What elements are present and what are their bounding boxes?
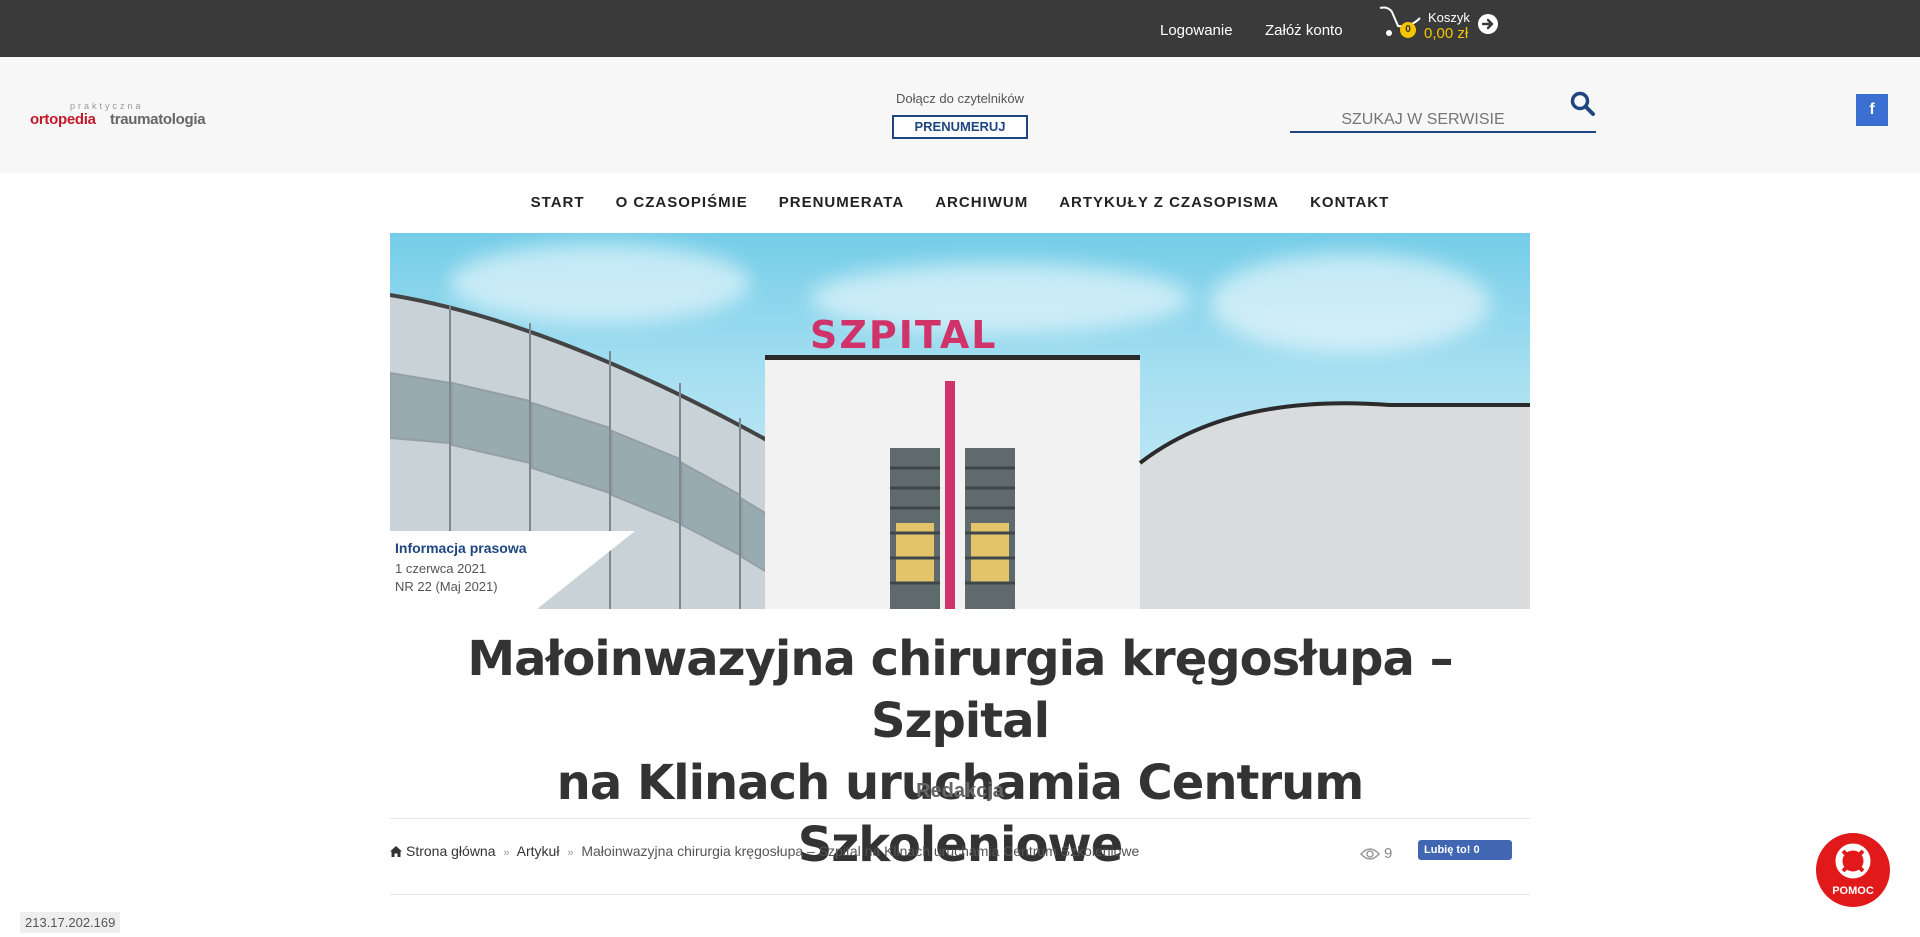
nav-item-subscription[interactable]: PRENUMERATA <box>779 194 904 211</box>
facebook-icon[interactable]: f <box>1856 94 1888 126</box>
arrow-right-icon[interactable] <box>1478 14 1498 34</box>
article-date: 1 czerwca 2021 <box>395 561 487 576</box>
help-button[interactable]: POMOC <box>1816 833 1890 907</box>
breadcrumb-separator: » <box>567 847 574 859</box>
join-readers-text: Dołącz do czytelników <box>896 91 1024 106</box>
nav-item-start[interactable]: START <box>531 194 585 211</box>
article-author[interactable]: Redakcja <box>390 780 1530 803</box>
nav-item-articles[interactable]: ARTYKUŁY Z CZASOPISMA <box>1059 194 1279 211</box>
register-link[interactable]: Załóż konto <box>1265 22 1343 39</box>
article-title: Małoinwazyjna chirurgia kręgosłupa – Szp… <box>390 628 1530 876</box>
cart-count-badge: 0 <box>1400 22 1416 38</box>
top-bar: Logowanie Załóż konto 0 Koszyk 0,00 zł <box>0 0 1920 57</box>
view-counter: 9 <box>1359 845 1393 862</box>
ip-address: 213.17.202.169 <box>20 912 121 933</box>
divider <box>390 818 1530 819</box>
eye-icon <box>1359 848 1381 860</box>
nav-item-archive[interactable]: ARCHIWUM <box>935 194 1028 211</box>
breadcrumb-home[interactable]: Strona główna <box>406 843 496 859</box>
divider <box>390 894 1530 895</box>
cart-total: 0,00 zł <box>1424 25 1469 42</box>
site-logo[interactable]: praktyczna ortopedia traumatologia <box>30 101 210 141</box>
help-label: POMOC <box>1832 885 1874 897</box>
like-label: Lubię to! 0 <box>1424 844 1480 856</box>
nav-item-about[interactable]: O CZASOPIŚMIE <box>616 194 748 211</box>
logo-pre: praktyczna <box>70 101 144 111</box>
search-box <box>1290 77 1596 137</box>
breadcrumb-current: Małoinwazyjna chirurgia kręgosłupa – Szp… <box>581 843 1140 859</box>
breadcrumb: Strona główna » Artykuł » Małoinwazyjna … <box>390 843 1139 859</box>
view-count: 9 <box>1384 845 1393 862</box>
subscribe-button[interactable]: PRENUMERUJ <box>892 115 1028 139</box>
cart-label: Koszyk <box>1428 10 1470 25</box>
breadcrumb-separator: » <box>503 847 510 859</box>
lifebuoy-icon <box>1835 843 1871 879</box>
logo-traumatologia: traumatologia <box>110 111 206 128</box>
cart-dot-icon <box>1386 30 1392 36</box>
logo-ortopedia: ortopedia <box>30 111 96 128</box>
hero-image: SZPITAL Informacja prasowa 1 czerwca 202… <box>390 233 1530 609</box>
site-header: praktyczna ortopedia traumatologia Dołąc… <box>0 57 1920 173</box>
facebook-like-button[interactable]: Lubię to! 0 <box>1418 840 1512 860</box>
nav-item-contact[interactable]: KONTAKT <box>1310 194 1389 211</box>
main-nav: START O CZASOPIŚMIE PRENUMERATA ARCHIWUM… <box>0 173 1920 233</box>
cart-widget[interactable]: 0 Koszyk 0,00 zł <box>1378 6 1508 50</box>
article-issue[interactable]: NR 22 (Maj 2021) <box>395 579 498 594</box>
search-input[interactable] <box>1290 109 1596 133</box>
breadcrumb-section[interactable]: Artykuł <box>517 843 560 859</box>
article-title-line-1: Małoinwazyjna chirurgia kręgosłupa – Szp… <box>467 631 1453 749</box>
hospital-sign: SZPITAL <box>810 313 998 357</box>
login-link[interactable]: Logowanie <box>1160 22 1233 39</box>
article-category[interactable]: Informacja prasowa <box>395 540 527 556</box>
home-icon <box>390 846 402 857</box>
